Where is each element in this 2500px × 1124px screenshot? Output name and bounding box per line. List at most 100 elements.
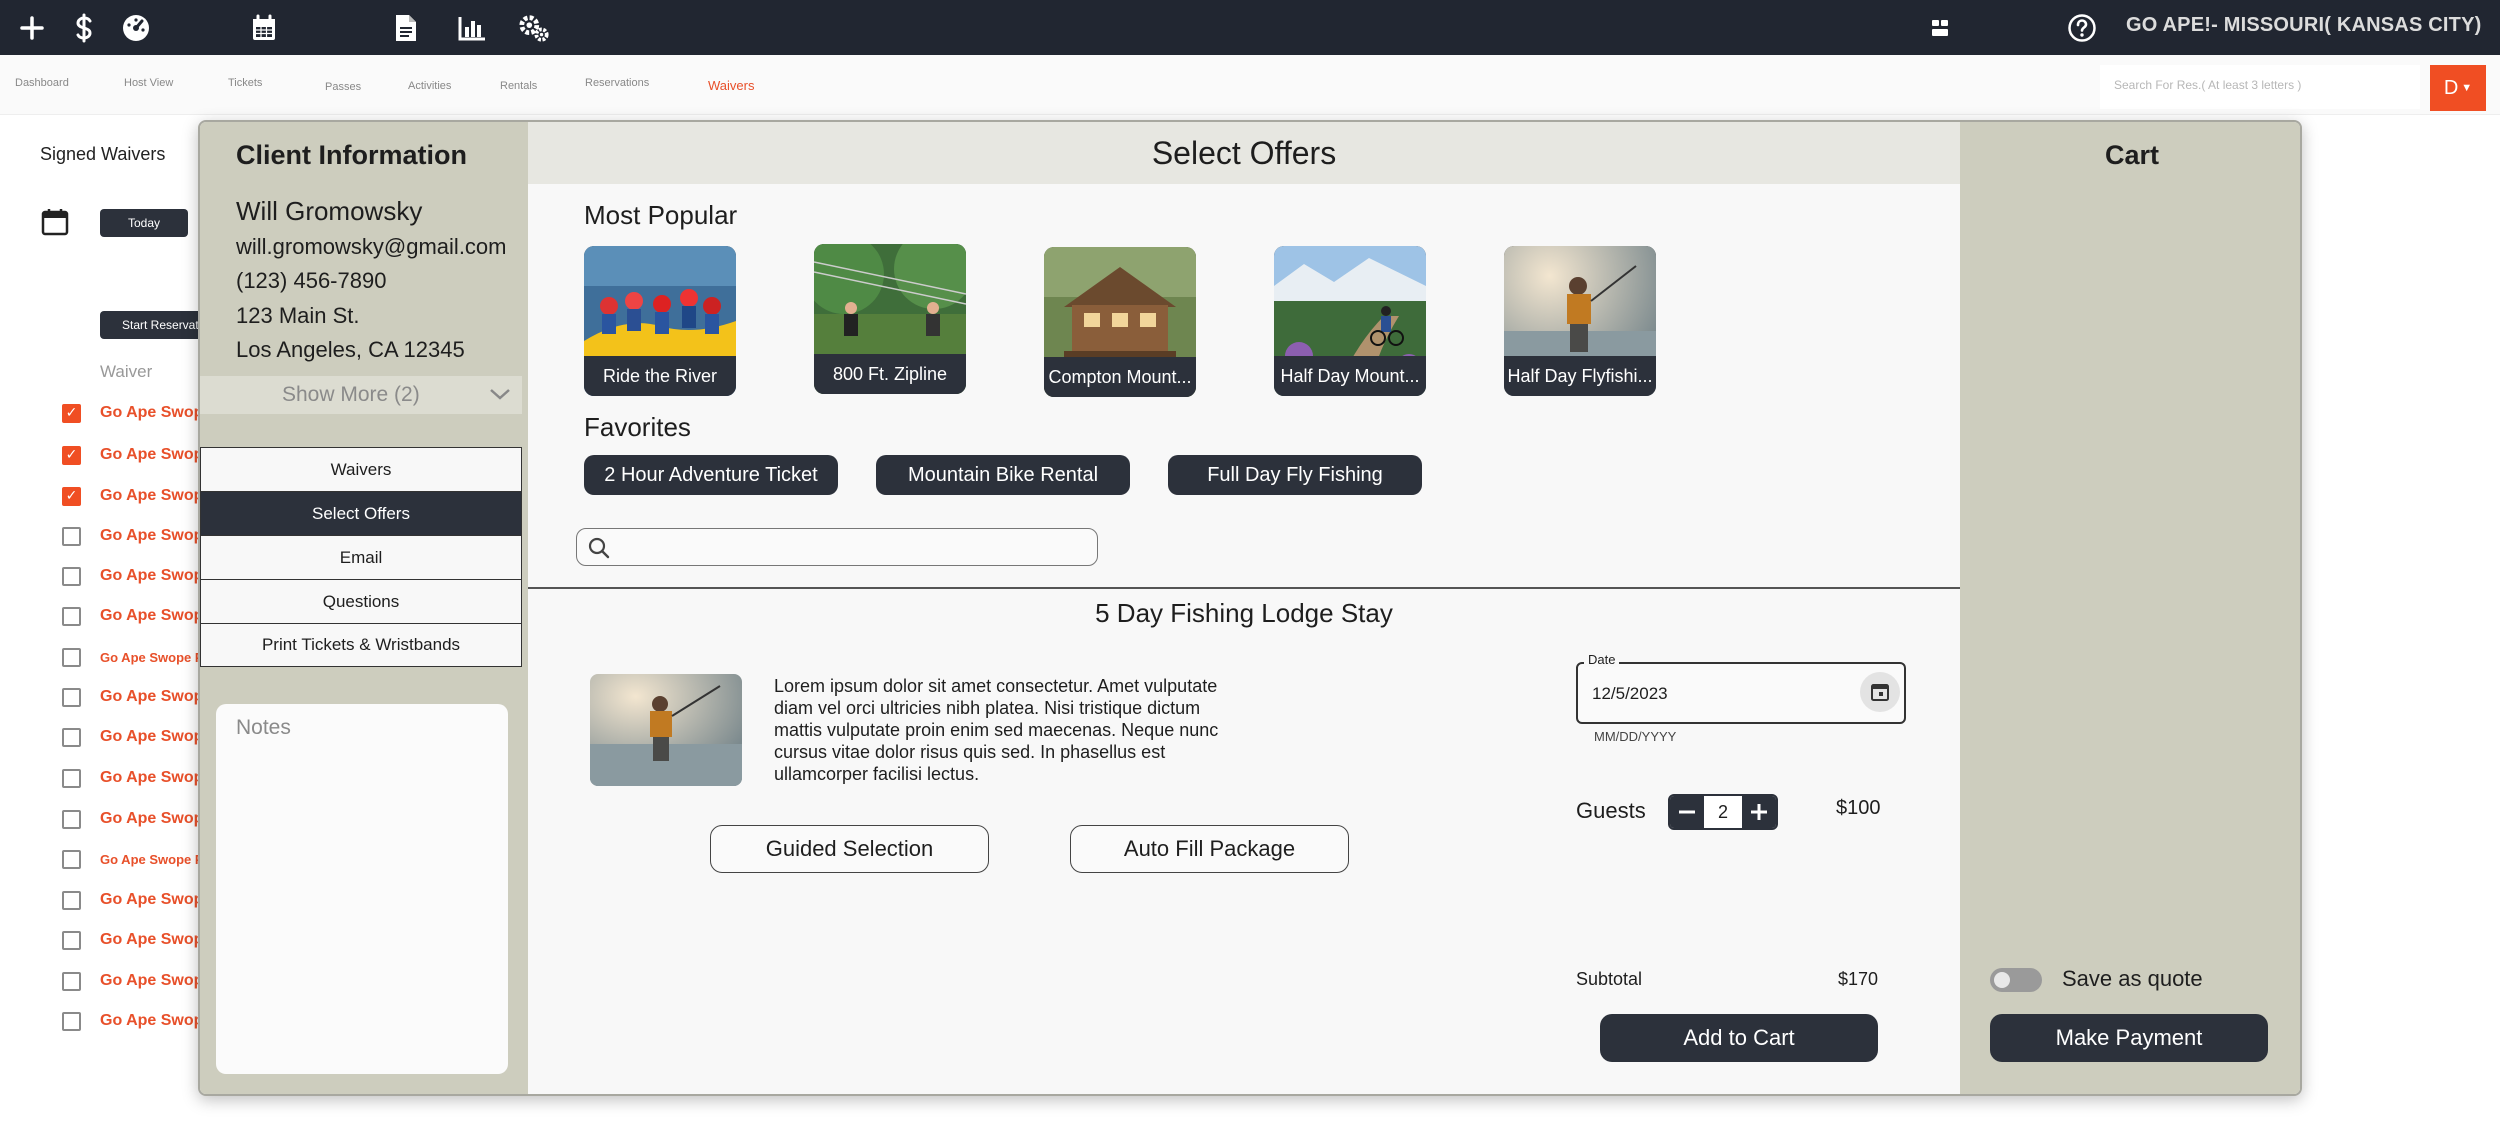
favorites-label: Favorites [584,412,691,442]
dashboard-gauge-icon[interactable] [120,12,152,44]
client-menu: Waivers Select Offers Email Questions Pr… [200,447,522,667]
show-more-label: Show More (2) [282,383,420,406]
offer-tile-half-day-mountain[interactable]: Half Day Mount... [1274,246,1426,396]
cart-panel [1960,122,2300,1094]
waiver-checkbox[interactable] [62,727,81,747]
offer-label: 800 Ft. Zipline [814,354,966,394]
client-email: will.gromowsky@gmail.com [236,234,507,259]
unit-price: $100 [1836,797,1881,819]
waiver-column-header: Waiver [100,362,153,381]
notes-textarea[interactable]: Notes [216,704,508,1074]
settings-gears-icon[interactable] [518,12,550,44]
nav-reservations[interactable]: Reservations [585,77,649,89]
waiver-checkbox[interactable]: ✓ [62,486,81,506]
calendar-picker-icon[interactable] [40,207,70,237]
guests-count[interactable]: 2 [1704,796,1742,828]
offer-label: Half Day Flyfishi... [1504,356,1656,396]
client-info-title: Client Information [236,140,467,170]
nav-tickets[interactable]: Tickets [228,77,262,89]
waiver-checkbox[interactable]: ✓ [62,403,81,423]
user-menu-button[interactable]: D ▼ [2430,65,2486,111]
nav-dashboard[interactable]: Dashboard [15,77,69,89]
product-description: Lorem ipsum dolor sit amet consectetur. … [774,676,1219,784]
caret-down-icon: ▼ [2461,82,2473,94]
help-icon[interactable] [2066,12,2098,44]
guided-selection-button[interactable]: Guided Selection [710,825,989,873]
subtotal-label: Subtotal [1576,969,1643,989]
guests-stepper: 2 [1668,794,1778,830]
nav-rentals[interactable]: Rentals [500,80,537,92]
auto-fill-package-button[interactable]: Auto Fill Package [1070,825,1349,873]
chevron-down-icon [490,389,510,400]
date-field-value[interactable]: 12/5/2023 [1592,684,1668,704]
waiver-checkbox[interactable] [62,566,81,586]
layout-toggle-icon[interactable] [1924,12,1956,44]
toggle-knob [1994,972,2010,988]
nav-passes[interactable]: Passes [325,81,361,93]
plus-icon[interactable] [16,12,48,44]
cart-title: Cart [2104,140,2159,170]
top-bar: GO APE!- MISSOURI( KANSAS CITY) [0,0,2500,55]
offer-tile-half-day-flyfishing[interactable]: Half Day Flyfishi... [1504,246,1656,396]
offer-tile-zipline[interactable]: 800 Ft. Zipline [814,244,966,394]
date-format-hint: MM/DD/YYYY [1594,729,1677,744]
show-more-button[interactable]: Show More (2) [200,376,522,414]
nav-host-view[interactable]: Host View [124,77,173,89]
reservation-search-input[interactable]: Search For Res.( At least 3 letters ) [2100,65,2420,109]
document-icon[interactable] [390,12,422,44]
waiver-checkbox[interactable] [62,890,81,910]
favorite-adventure-ticket[interactable]: 2 Hour Adventure Ticket [584,455,838,495]
menu-questions[interactable]: Questions [200,579,522,623]
decrement-button[interactable] [1670,796,1704,828]
waiver-checkbox[interactable] [62,849,81,869]
offer-label: Ride the River [584,356,736,396]
client-panel: Client Information Will Gromowsky will.g… [200,122,528,1094]
increment-button[interactable] [1742,796,1776,828]
most-popular-label: Most Popular [584,200,738,230]
start-reservation-button[interactable]: Start Reservation [100,311,210,339]
offer-tile-compton-mountain[interactable]: Compton Mount... [1044,247,1196,397]
waiver-checkbox[interactable] [62,647,81,667]
favorite-mountain-bike-rental[interactable]: Mountain Bike Rental [876,455,1130,495]
add-to-cart-button[interactable]: Add to Cart [1600,1014,1878,1062]
calendar-icon[interactable] [248,12,280,44]
nav-activities[interactable]: Activities [408,80,451,92]
chart-icon[interactable] [456,12,488,44]
client-name: Will Gromowsky [236,196,423,226]
client-address-line1: 123 Main St. [236,303,360,328]
dollar-icon[interactable] [68,12,100,44]
menu-select-offers[interactable]: Select Offers [200,491,522,535]
waiver-checkbox[interactable] [62,687,81,707]
offer-tile-ride-the-river[interactable]: Ride the River [584,246,736,396]
waiver-checkbox[interactable] [62,768,81,788]
select-offers-header: Select Offers [528,122,1960,184]
waiver-checkbox[interactable]: ✓ [62,445,81,465]
waiver-checkbox[interactable] [62,1011,81,1031]
menu-waivers[interactable]: Waivers [200,447,522,491]
search-icon [588,537,610,559]
waiver-checkbox[interactable] [62,606,81,626]
flyfishing-photo [590,674,742,786]
waiver-checkbox[interactable] [62,809,81,829]
product-title: 5 Day Fishing Lodge Stay [1095,598,1393,628]
menu-print-tickets[interactable]: Print Tickets & Wristbands [200,623,522,667]
offer-search-input[interactable] [576,528,1098,566]
save-as-quote-toggle[interactable] [1990,968,2042,992]
location-label[interactable]: GO APE!- MISSOURI( KANSAS CITY) [2126,14,2481,37]
waiver-checkbox[interactable] [62,930,81,950]
client-phone: (123) 456-7890 [236,268,387,293]
favorite-full-day-fly-fishing[interactable]: Full Day Fly Fishing [1168,455,1422,495]
user-initial: D [2443,76,2459,99]
waiver-checkbox[interactable] [62,526,81,546]
offers-modal: Client Information Will Gromowsky will.g… [198,120,2302,1096]
nav-waivers[interactable]: Waivers [708,78,754,93]
guests-label: Guests [1576,798,1646,823]
today-button[interactable]: Today [100,209,188,237]
calendar-icon[interactable] [1860,672,1900,712]
plus-icon [1751,804,1767,820]
offer-label: Half Day Mount... [1274,356,1426,396]
waiver-checkbox[interactable] [62,971,81,991]
make-payment-button[interactable]: Make Payment [1990,1014,2268,1062]
date-field-label: Date [1584,652,1620,667]
menu-email[interactable]: Email [200,535,522,579]
